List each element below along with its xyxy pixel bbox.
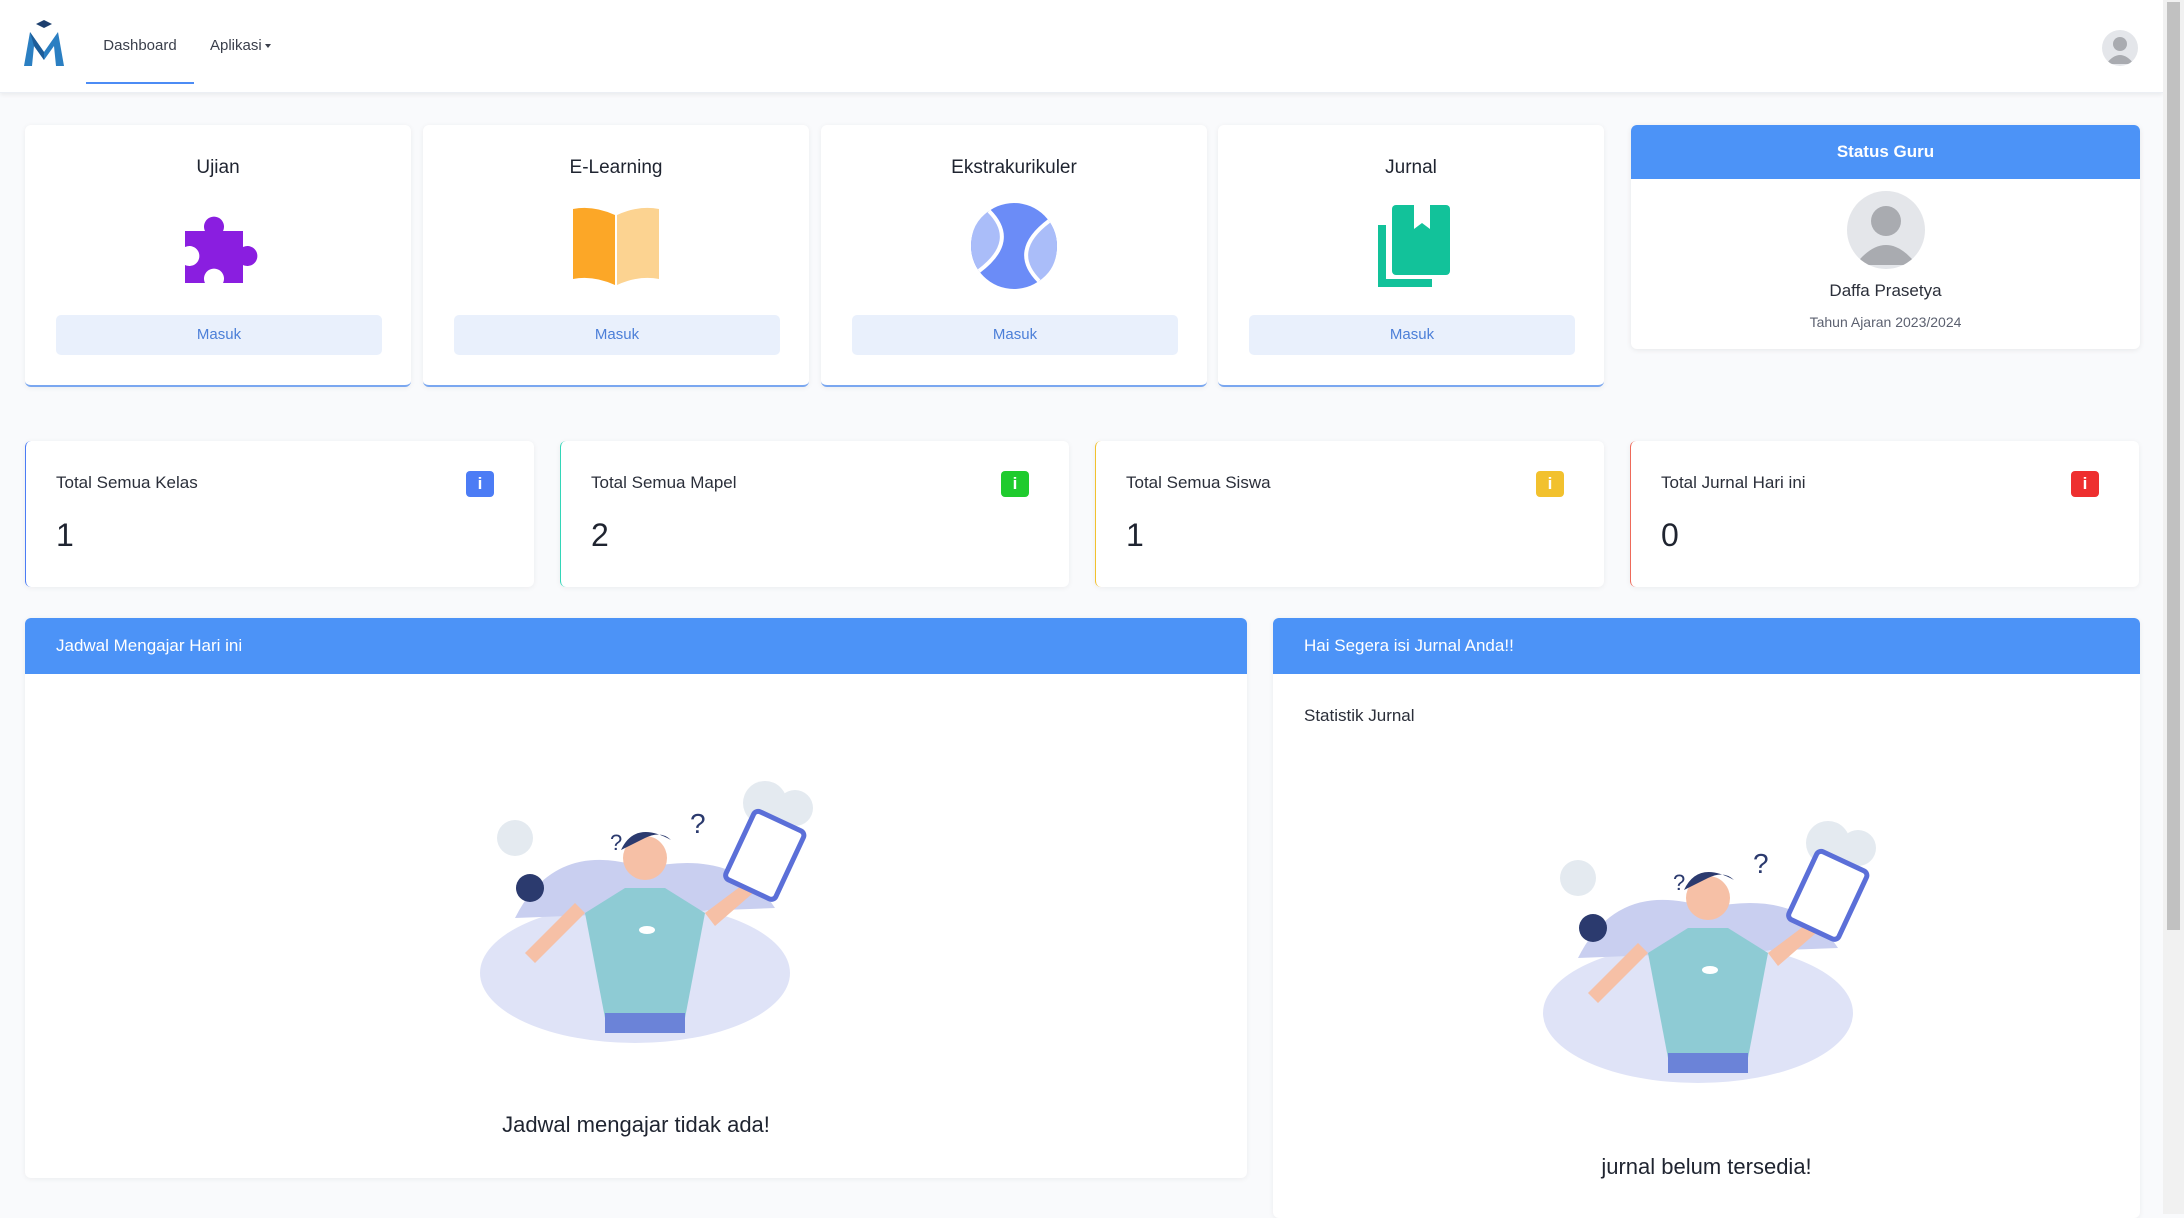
caret-down-icon <box>264 44 271 49</box>
svg-text:?: ? <box>1673 870 1685 895</box>
journal-panel: Hai Segera isi Jurnal Anda!! Statistik J… <box>1273 618 2140 1218</box>
nav-dashboard-label: Dashboard <box>103 37 177 54</box>
svg-text:?: ? <box>690 808 706 839</box>
top-navbar: Dashboard Aplikasi <box>0 0 2163 93</box>
journal-books-icon <box>1366 201 1456 291</box>
schedule-empty-message: Jadwal mengajar tidak ada! <box>502 1112 770 1137</box>
confused-person-illustration: ? ? <box>1538 818 1918 1093</box>
status-guru-header: Status Guru <box>1631 125 2140 179</box>
nav-aplikasi-dropdown[interactable]: Aplikasi <box>210 0 271 82</box>
masuk-jurnal-button[interactable]: Masuk <box>1249 315 1575 355</box>
app-title: Jurnal <box>1385 157 1437 178</box>
app-card-elearning: E-Learning Masuk <box>423 125 809 387</box>
stat-value: 1 <box>1126 517 1144 553</box>
info-badge-icon: i <box>2071 471 2099 497</box>
app-card-ujian: Ujian Masuk <box>25 125 411 387</box>
stat-card-siswa: Total Semua Siswa 1 i <box>1095 441 1604 587</box>
stat-card-jurnal: Total Jurnal Hari ini 0 i <box>1630 441 2139 587</box>
open-book-icon <box>571 201 661 291</box>
app-card-ekstrakurikuler: Ekstrakurikuler Masuk <box>821 125 1207 387</box>
svg-text:?: ? <box>1753 848 1769 879</box>
app-card-jurnal: Jurnal Masuk <box>1218 125 1604 387</box>
stat-card-mapel: Total Semua Mapel 2 i <box>560 441 1069 587</box>
app-title: Ujian <box>196 157 240 178</box>
info-badge-icon: i <box>1536 471 1564 497</box>
confused-person-illustration: ? ? <box>475 778 855 1053</box>
info-badge-icon: i <box>1001 471 1029 497</box>
puzzle-icon <box>173 201 263 291</box>
stat-label: Total Semua Siswa <box>1126 473 1271 492</box>
masuk-elearning-button[interactable]: Masuk <box>454 315 780 355</box>
page-scrollbar[interactable] <box>2163 0 2184 1214</box>
info-badge-icon: i <box>466 471 494 497</box>
schedule-header: Jadwal Mengajar Hari ini <box>25 618 1247 674</box>
journal-statistics-title: Statistik Jurnal <box>1304 706 1415 725</box>
stat-value: 1 <box>56 517 74 553</box>
teacher-avatar-icon <box>1847 191 1925 269</box>
masuk-ujian-button[interactable]: Masuk <box>56 315 382 355</box>
journal-empty-message: jurnal belum tersedia! <box>1601 1154 1812 1179</box>
stat-value: 2 <box>591 517 609 553</box>
schedule-panel: Jadwal Mengajar Hari ini ? ? Jadwal meng… <box>25 618 1247 1178</box>
school-logo-icon[interactable] <box>22 20 66 70</box>
user-avatar-icon[interactable] <box>2102 30 2138 66</box>
academic-year: Tahun Ajaran 2023/2024 <box>1809 314 1962 330</box>
nav-aplikasi-label: Aplikasi <box>210 37 262 54</box>
stat-label: Total Semua Mapel <box>591 473 737 492</box>
stat-label: Total Jurnal Hari ini <box>1661 473 1806 492</box>
app-title: Ekstrakurikuler <box>951 157 1077 178</box>
nav-dashboard[interactable]: Dashboard <box>86 0 194 84</box>
tennis-ball-icon <box>969 201 1059 291</box>
app-title: E-Learning <box>569 157 663 178</box>
status-guru-card: Status Guru Daffa Prasetya Tahun Ajaran … <box>1631 125 2140 349</box>
teacher-name: Daffa Prasetya <box>1829 281 1942 300</box>
stat-value: 0 <box>1661 517 1679 553</box>
stat-card-kelas: Total Semua Kelas 1 i <box>25 441 534 587</box>
journal-header: Hai Segera isi Jurnal Anda!! <box>1273 618 2140 674</box>
masuk-ekstrakurikuler-button[interactable]: Masuk <box>852 315 1178 355</box>
svg-text:?: ? <box>610 830 622 855</box>
stat-label: Total Semua Kelas <box>56 473 198 492</box>
scrollbar-thumb[interactable] <box>2167 2 2180 930</box>
